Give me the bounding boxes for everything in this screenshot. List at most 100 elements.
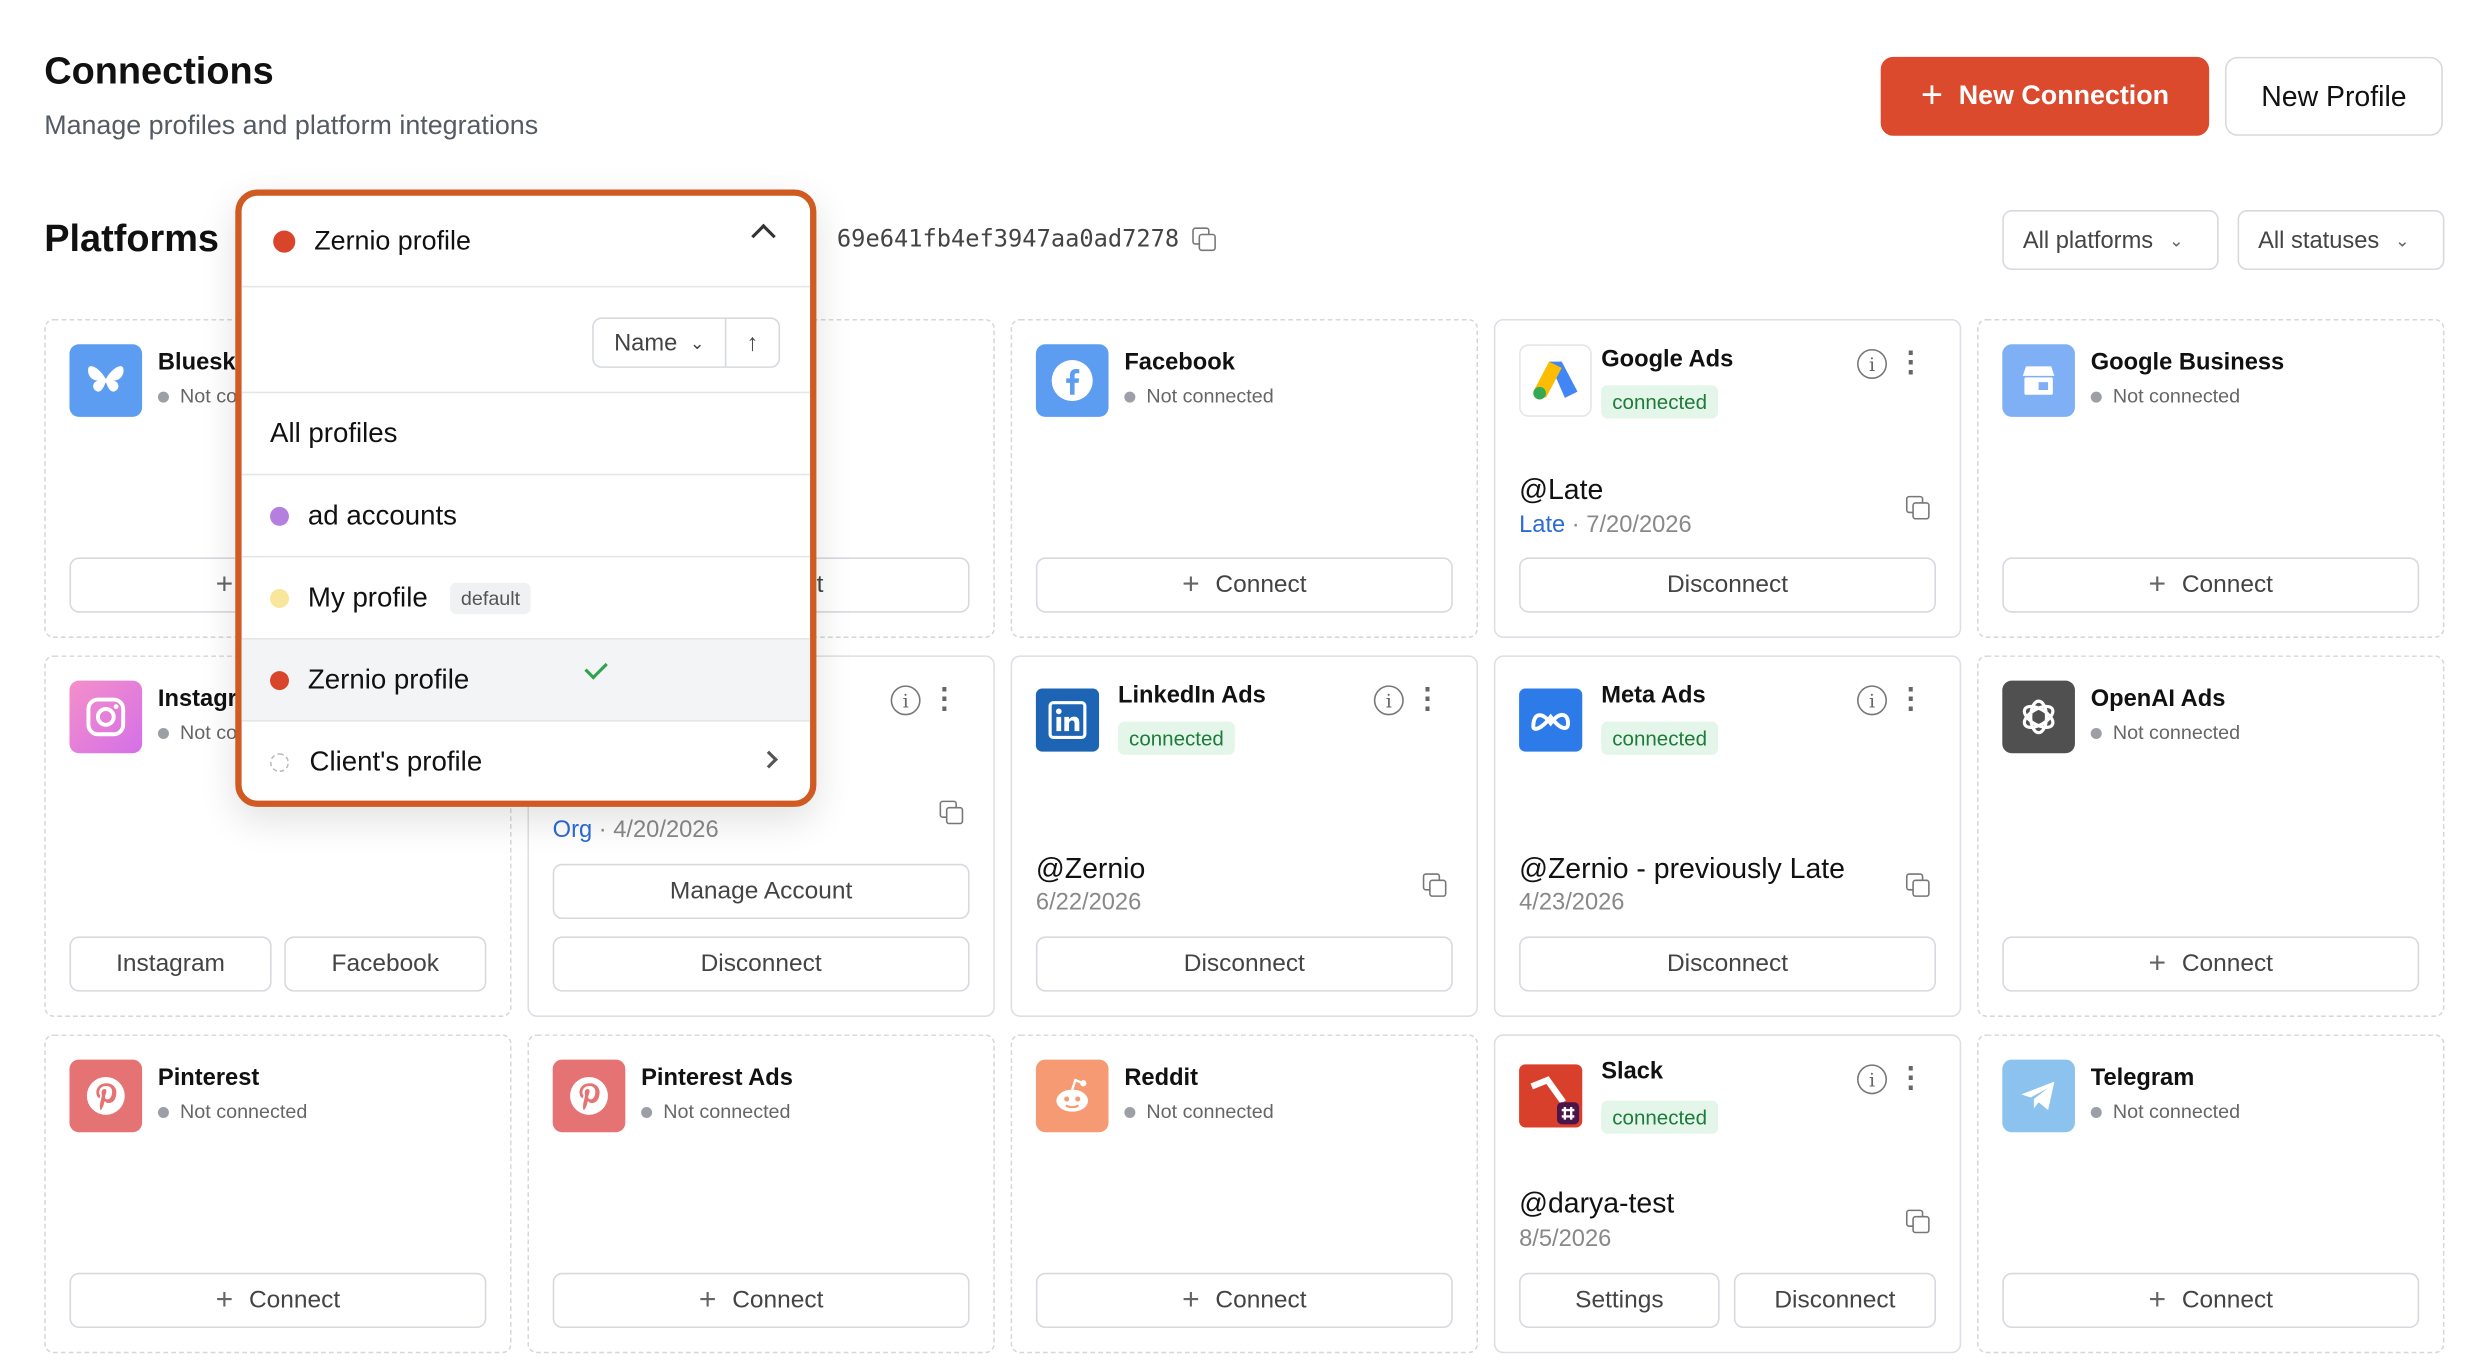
profile-color-dot (270, 752, 289, 772)
connections-page: Connections Manage profiles and platform… (0, 0, 2476, 1361)
sort-field-select[interactable]: Name ⌄ (594, 318, 727, 367)
copy-icon[interactable] (1905, 1209, 1930, 1234)
card-meta-ads: Meta Ads connected i ⋮ @Zernio - previou… (1493, 655, 1962, 1017)
status-badge: connected (1601, 721, 1719, 755)
connect-label: Connect (1215, 1286, 1307, 1314)
status-filter-label: All statuses (2258, 226, 2380, 254)
dropdown-item-my-profile[interactable]: My profile default (242, 557, 810, 638)
status-badge: connected (1118, 721, 1235, 755)
info-icon[interactable]: i (890, 685, 921, 716)
openai-icon (2002, 680, 2075, 754)
more-options-icon[interactable]: ⋮ (1896, 1063, 1924, 1091)
account-date: 4/20/2026 (613, 816, 719, 844)
status-label: Not connected (1146, 1100, 1274, 1123)
status-dot (157, 1106, 169, 1118)
profile-color-dot (273, 229, 296, 252)
disconnect-button[interactable]: Disconnect (1519, 557, 1936, 613)
storefront-icon (2002, 344, 2075, 417)
more-options-icon[interactable]: ⋮ (1896, 347, 1924, 375)
status-dot (157, 727, 169, 739)
connect-button[interactable]: + Connect (2002, 1272, 2420, 1329)
platform-name: Facebook (1124, 348, 1235, 376)
profile-color-dot (270, 506, 289, 526)
chevron-down-icon: ⌄ (689, 333, 705, 353)
status-filter[interactable]: All statuses ⌄ (2237, 210, 2445, 271)
info-icon[interactable]: i (1857, 685, 1888, 716)
info-icon[interactable]: i (1857, 1064, 1888, 1095)
manage-account-button[interactable]: Manage Account (552, 863, 970, 920)
sort-field-label: Name (614, 329, 678, 357)
copy-icon[interactable] (939, 800, 964, 825)
account-date: 4/23/2026 (1519, 889, 1625, 916)
account-link[interactable]: Late (1519, 512, 1565, 539)
more-options-icon[interactable]: ⋮ (1413, 684, 1441, 712)
dropdown-item-all-profiles[interactable]: All profiles (242, 393, 810, 474)
info-icon[interactable]: i (1857, 348, 1888, 379)
platform-name: Google Ads (1601, 345, 1734, 373)
card-openai-ads: OpenAI Ads Not connected + Connect (1977, 655, 2445, 1017)
card-reddit: Reddit Not connected + Connect (1010, 1034, 1479, 1354)
connect-facebook-button[interactable]: Facebook (284, 936, 487, 992)
arrow-up-icon: ↑ (746, 329, 759, 357)
chevron-down-icon: ⌄ (2168, 231, 2184, 251)
google-ads-icon (1519, 344, 1592, 417)
plus-icon: + (1920, 74, 1943, 117)
butterfly-icon (69, 344, 143, 417)
platform-filter[interactable]: All platforms ⌄ (2002, 210, 2219, 271)
new-profile-button[interactable]: New Profile (2224, 56, 2443, 136)
account-handle: @Zernio (1035, 852, 1146, 885)
sort-direction-button[interactable]: ↑ (726, 319, 778, 366)
more-options-icon[interactable]: ⋮ (930, 684, 958, 712)
plus-icon: + (215, 1283, 234, 1317)
card-pinterest-ads: Pinterest Ads Not connected + Connect (527, 1034, 995, 1354)
pinterest-icon (552, 1059, 626, 1133)
platform-name: Pinterest Ads (641, 1064, 793, 1092)
new-connection-button[interactable]: + New Connection (1880, 56, 2210, 136)
status-dot (1124, 1106, 1136, 1118)
platforms-title: Platforms (44, 217, 220, 261)
disconnect-button[interactable]: Disconnect (552, 936, 970, 992)
new-connection-label: New Connection (1958, 80, 2170, 111)
chevron-right-icon (760, 750, 778, 769)
connect-label: Connect (732, 1286, 824, 1314)
status-badge: connected (1601, 1100, 1719, 1134)
copy-icon[interactable] (1905, 873, 1930, 897)
connect-button[interactable]: + Connect (552, 1272, 970, 1329)
connect-button[interactable]: + Connect (1035, 557, 1453, 613)
dropdown-item-zernio-profile[interactable]: Zernio profile (241, 639, 811, 721)
profile-id-text: 69e641fb4ef3947aa0ad7278 (836, 224, 1180, 253)
card-facebook: Facebook Not connected + Connect (1010, 318, 1479, 638)
connect-button[interactable]: + Connect (2002, 557, 2420, 613)
connect-button[interactable]: + Connect (1035, 1272, 1453, 1329)
copy-icon[interactable] (1422, 873, 1447, 897)
account-link[interactable]: Org (553, 816, 593, 843)
disconnect-button[interactable]: Disconnect (1519, 936, 1936, 992)
card-pinterest: Pinterest Not connected + Connect (44, 1034, 512, 1354)
connect-instagram-button[interactable]: Instagram (69, 936, 272, 992)
status-text: Not connected (2090, 385, 2240, 407)
platform-name: Slack (1601, 1057, 1664, 1085)
settings-button[interactable]: Settings (1519, 1272, 1720, 1329)
info-icon[interactable]: i (1373, 685, 1404, 716)
chevron-up-icon (751, 223, 776, 249)
platform-filter-label: All platforms (2022, 226, 2154, 254)
platform-name: Meta Ads (1601, 682, 1706, 710)
status-dot (2090, 727, 2102, 739)
dropdown-item-clients-profile[interactable]: Client's profile (242, 722, 810, 801)
connect-button[interactable]: + Connect (69, 1272, 487, 1329)
facebook-icon (1035, 344, 1109, 417)
copy-icon[interactable] (1191, 227, 1216, 252)
dropdown-item-ad-accounts[interactable]: ad accounts (242, 475, 810, 556)
disconnect-button[interactable]: Disconnect (1035, 936, 1453, 992)
copy-icon[interactable] (1905, 495, 1930, 520)
profile-dropdown-trigger[interactable]: Zernio profile (241, 196, 811, 288)
connect-button[interactable]: + Connect (2002, 936, 2420, 992)
plus-icon: + (2148, 947, 2167, 981)
chevron-down-icon: ⌄ (2395, 231, 2410, 251)
disconnect-button[interactable]: Disconnect (1733, 1272, 1936, 1329)
status-text: Not connected (2090, 1101, 2240, 1123)
default-badge: default (449, 581, 532, 614)
reddit-icon (1035, 1059, 1109, 1133)
more-options-icon[interactable]: ⋮ (1896, 684, 1924, 712)
account-handle: @darya-test (1519, 1187, 1675, 1220)
